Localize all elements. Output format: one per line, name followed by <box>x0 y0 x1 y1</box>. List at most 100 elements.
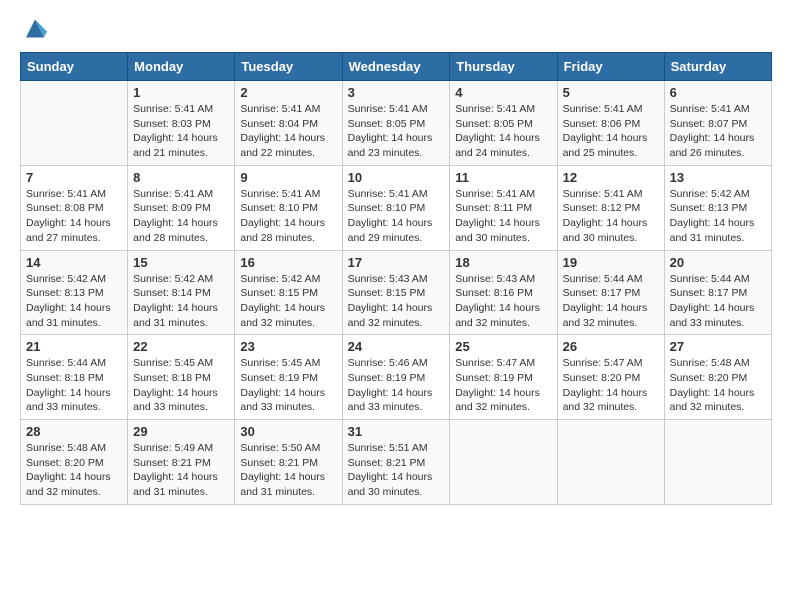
day-info: Sunrise: 5:42 AM Sunset: 8:13 PM Dayligh… <box>26 272 122 331</box>
header-row: SundayMondayTuesdayWednesdayThursdayFrid… <box>21 53 772 81</box>
day-cell: 10Sunrise: 5:41 AM Sunset: 8:10 PM Dayli… <box>342 165 450 250</box>
day-cell: 2Sunrise: 5:41 AM Sunset: 8:04 PM Daylig… <box>235 81 342 166</box>
day-cell: 29Sunrise: 5:49 AM Sunset: 8:21 PM Dayli… <box>128 420 235 505</box>
day-number: 20 <box>670 255 766 270</box>
day-cell: 14 Sunrise: 5:42 AM Sunset: 8:13 PM Dayli… <box>21 250 128 335</box>
day-info: Sunrise: 5:41 AM Sunset: 8:11 PM Dayligh… <box>455 187 551 246</box>
calendar-table: SundayMondayTuesdayWednesdayThursdayFrid… <box>20 52 772 505</box>
day-info: Sunrise: 5:49 AM Sunset: 8:21 PM Dayligh… <box>133 441 229 500</box>
day-info: Sunrise: 5:46 AM Sunset: 8:19 PM Dayligh… <box>348 356 445 415</box>
day-number: 30 <box>240 424 336 439</box>
day-number: 17 <box>348 255 445 270</box>
day-cell: 15 Sunrise: 5:42 AM Sunset: 8:14 PM Dayli… <box>128 250 235 335</box>
header-cell-sunday: Sunday <box>21 53 128 81</box>
day-cell: 25 Sunrise: 5:47 AM Sunset: 8:19 PM Dayli… <box>450 335 557 420</box>
day-number: 13 <box>670 170 766 185</box>
day-cell: 21 Sunrise: 5:44 AM Sunset: 8:18 PM Dayli… <box>21 335 128 420</box>
day-info: Sunrise: 5:47 AM Sunset: 8:19 PM Dayligh… <box>455 356 551 415</box>
day-info: Sunrise: 5:41 AM Sunset: 8:04 PM Dayligh… <box>240 102 336 161</box>
day-info: Sunrise: 5:42 AM Sunset: 8:14 PM Dayligh… <box>133 272 229 331</box>
day-number: 24 <box>348 339 445 354</box>
day-cell <box>21 81 128 166</box>
day-number: 1 <box>133 85 229 100</box>
week-row-3: 21 Sunrise: 5:44 AM Sunset: 8:18 PM Dayli… <box>21 335 772 420</box>
day-info: Sunrise: 5:42 AM Sunset: 8:13 PM Dayligh… <box>670 187 766 246</box>
day-info: Sunrise: 5:41 AM Sunset: 8:09 PM Dayligh… <box>133 187 229 246</box>
day-number: 6 <box>670 85 766 100</box>
day-info: Sunrise: 5:41 AM Sunset: 8:08 PM Dayligh… <box>26 187 122 246</box>
day-number: 27 <box>670 339 766 354</box>
day-cell: 31 Sunrise: 5:51 AM Sunset: 8:21 PM Dayli… <box>342 420 450 505</box>
day-info: Sunrise: 5:50 AM Sunset: 8:21 PM Dayligh… <box>240 441 336 500</box>
day-cell <box>450 420 557 505</box>
day-number: 25 <box>455 339 551 354</box>
day-cell: 30 Sunrise: 5:50 AM Sunset: 8:21 PM Dayli… <box>235 420 342 505</box>
day-cell: 13 Sunrise: 5:42 AM Sunset: 8:13 PM Dayli… <box>664 165 771 250</box>
header-cell-saturday: Saturday <box>664 53 771 81</box>
day-number: 19 <box>563 255 659 270</box>
day-cell: 17 Sunrise: 5:43 AM Sunset: 8:15 PM Dayli… <box>342 250 450 335</box>
day-info: Sunrise: 5:45 AM Sunset: 8:19 PM Dayligh… <box>240 356 336 415</box>
day-info: Sunrise: 5:45 AM Sunset: 8:18 PM Dayligh… <box>133 356 229 415</box>
day-number: 28 <box>26 424 122 439</box>
logo-icon <box>20 16 50 44</box>
day-number: 22 <box>133 339 229 354</box>
day-cell <box>664 420 771 505</box>
day-cell: 1Sunrise: 5:41 AM Sunset: 8:03 PM Daylig… <box>128 81 235 166</box>
day-number: 8 <box>133 170 229 185</box>
day-number: 10 <box>348 170 445 185</box>
day-cell: 22 Sunrise: 5:45 AM Sunset: 8:18 PM Dayli… <box>128 335 235 420</box>
day-number: 21 <box>26 339 122 354</box>
header-cell-friday: Friday <box>557 53 664 81</box>
header-cell-wednesday: Wednesday <box>342 53 450 81</box>
day-cell: 11 Sunrise: 5:41 AM Sunset: 8:11 PM Dayli… <box>450 165 557 250</box>
day-info: Sunrise: 5:48 AM Sunset: 8:20 PM Dayligh… <box>26 441 122 500</box>
week-row-1: 7Sunrise: 5:41 AM Sunset: 8:08 PM Daylig… <box>21 165 772 250</box>
day-number: 31 <box>348 424 445 439</box>
day-number: 14 <box>26 255 122 270</box>
day-cell: 4Sunrise: 5:41 AM Sunset: 8:05 PM Daylig… <box>450 81 557 166</box>
day-number: 12 <box>563 170 659 185</box>
day-cell <box>557 420 664 505</box>
day-cell: 20Sunrise: 5:44 AM Sunset: 8:17 PM Dayli… <box>664 250 771 335</box>
day-cell: 26 Sunrise: 5:47 AM Sunset: 8:20 PM Dayli… <box>557 335 664 420</box>
day-info: Sunrise: 5:41 AM Sunset: 8:12 PM Dayligh… <box>563 187 659 246</box>
calendar-header: SundayMondayTuesdayWednesdayThursdayFrid… <box>21 53 772 81</box>
day-number: 18 <box>455 255 551 270</box>
calendar-body: 1Sunrise: 5:41 AM Sunset: 8:03 PM Daylig… <box>21 81 772 505</box>
day-number: 15 <box>133 255 229 270</box>
day-cell: 23 Sunrise: 5:45 AM Sunset: 8:19 PM Dayli… <box>235 335 342 420</box>
day-info: Sunrise: 5:44 AM Sunset: 8:17 PM Dayligh… <box>563 272 659 331</box>
day-info: Sunrise: 5:43 AM Sunset: 8:15 PM Dayligh… <box>348 272 445 331</box>
day-cell: 7Sunrise: 5:41 AM Sunset: 8:08 PM Daylig… <box>21 165 128 250</box>
day-number: 16 <box>240 255 336 270</box>
header-cell-tuesday: Tuesday <box>235 53 342 81</box>
day-info: Sunrise: 5:43 AM Sunset: 8:16 PM Dayligh… <box>455 272 551 331</box>
day-cell: 8 Sunrise: 5:41 AM Sunset: 8:09 PM Daylig… <box>128 165 235 250</box>
week-row-0: 1Sunrise: 5:41 AM Sunset: 8:03 PM Daylig… <box>21 81 772 166</box>
day-info: Sunrise: 5:41 AM Sunset: 8:07 PM Dayligh… <box>670 102 766 161</box>
day-info: Sunrise: 5:47 AM Sunset: 8:20 PM Dayligh… <box>563 356 659 415</box>
day-number: 11 <box>455 170 551 185</box>
day-number: 5 <box>563 85 659 100</box>
day-number: 23 <box>240 339 336 354</box>
day-cell: 16Sunrise: 5:42 AM Sunset: 8:15 PM Dayli… <box>235 250 342 335</box>
week-row-4: 28 Sunrise: 5:48 AM Sunset: 8:20 PM Dayli… <box>21 420 772 505</box>
day-cell: 27 Sunrise: 5:48 AM Sunset: 8:20 PM Dayli… <box>664 335 771 420</box>
week-row-2: 14 Sunrise: 5:42 AM Sunset: 8:13 PM Dayli… <box>21 250 772 335</box>
day-cell: 9 Sunrise: 5:41 AM Sunset: 8:10 PM Daylig… <box>235 165 342 250</box>
day-cell: 19 Sunrise: 5:44 AM Sunset: 8:17 PM Dayli… <box>557 250 664 335</box>
day-info: Sunrise: 5:41 AM Sunset: 8:10 PM Dayligh… <box>240 187 336 246</box>
day-number: 9 <box>240 170 336 185</box>
day-info: Sunrise: 5:51 AM Sunset: 8:21 PM Dayligh… <box>348 441 445 500</box>
day-info: Sunrise: 5:44 AM Sunset: 8:18 PM Dayligh… <box>26 356 122 415</box>
day-number: 26 <box>563 339 659 354</box>
header-cell-monday: Monday <box>128 53 235 81</box>
logo <box>20 16 54 44</box>
day-info: Sunrise: 5:41 AM Sunset: 8:05 PM Dayligh… <box>455 102 551 161</box>
day-info: Sunrise: 5:48 AM Sunset: 8:20 PM Dayligh… <box>670 356 766 415</box>
day-cell: 24 Sunrise: 5:46 AM Sunset: 8:19 PM Dayli… <box>342 335 450 420</box>
day-number: 3 <box>348 85 445 100</box>
day-info: Sunrise: 5:41 AM Sunset: 8:05 PM Dayligh… <box>348 102 445 161</box>
day-cell: 12 Sunrise: 5:41 AM Sunset: 8:12 PM Dayli… <box>557 165 664 250</box>
